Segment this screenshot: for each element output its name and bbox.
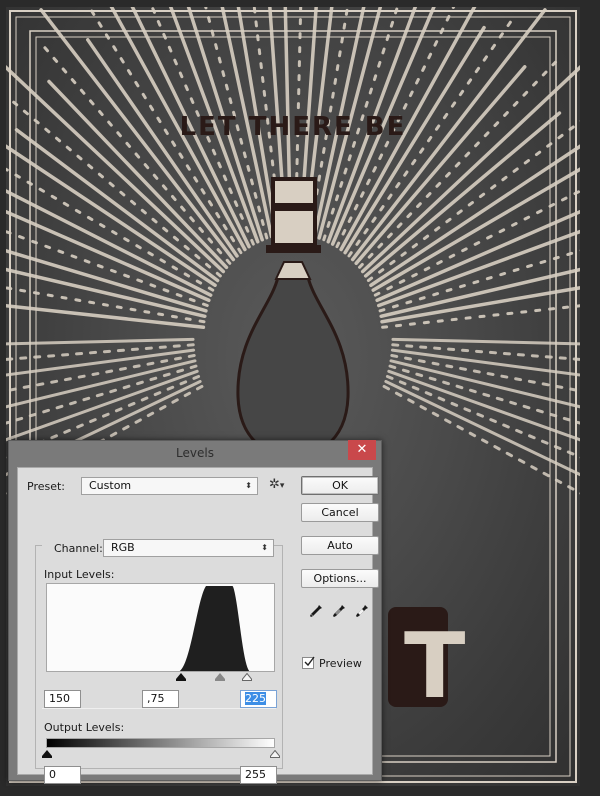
input-white-slider[interactable] [242, 673, 252, 681]
preview-label: Preview [319, 657, 362, 670]
channel-select[interactable]: RGB ⬍ [103, 539, 274, 557]
light-ray [391, 337, 580, 346]
white-point-eyedropper-icon[interactable] [354, 603, 370, 619]
gray-point-eyedropper-icon[interactable] [331, 603, 347, 619]
output-levels-label: Output Levels: [44, 721, 125, 734]
close-button[interactable]: ✕ [348, 440, 376, 460]
dropdown-caret-icon: ▾ [279, 481, 285, 491]
bulb-glass [236, 275, 350, 459]
light-ray [382, 384, 580, 495]
input-white-field[interactable]: 225 [240, 690, 277, 708]
headline-text: LET THERE BE [180, 112, 407, 142]
bulb-cap-band [273, 203, 315, 211]
preview-checkbox[interactable] [302, 656, 315, 669]
big-letter: T [404, 614, 465, 719]
input-levels-label: Input Levels: [44, 568, 115, 581]
light-ray [42, 44, 232, 265]
dialog-title: Levels [176, 446, 214, 460]
output-black-slider[interactable] [42, 750, 52, 758]
light-ray [369, 144, 580, 287]
preset-value: Custom [89, 479, 132, 492]
input-black-slider[interactable] [176, 673, 186, 681]
preset-options-button[interactable]: ✲▾ [269, 477, 284, 492]
output-gradient-bar [46, 738, 275, 748]
divider [42, 708, 276, 709]
input-black-field[interactable]: 150 [44, 690, 81, 708]
preset-select[interactable]: Custom ⬍ [81, 477, 258, 495]
preset-label: Preset: [27, 480, 66, 493]
cancel-button[interactable]: Cancel [301, 503, 379, 522]
auto-button[interactable]: Auto [301, 536, 379, 555]
input-gray-slider[interactable] [215, 673, 225, 681]
bulb-neck [274, 261, 312, 280]
ok-button[interactable]: OK [301, 476, 379, 495]
channel-value: RGB [111, 541, 135, 554]
input-gamma-field[interactable]: ,75 [142, 690, 179, 708]
checkmark-icon [304, 656, 315, 667]
output-white-value: 255 [245, 768, 266, 781]
gear-icon: ✲ [269, 477, 280, 492]
input-black-value: 150 [49, 692, 70, 705]
options-button[interactable]: Options... [301, 569, 379, 588]
black-point-eyedropper-icon[interactable] [308, 603, 324, 619]
levels-dialog: Levels ✕ Preset: Custom ⬍ ✲▾ OK Cancel A… [8, 440, 382, 784]
output-black-field[interactable]: 0 [44, 766, 81, 784]
updown-arrows-icon: ⬍ [261, 543, 268, 552]
updown-arrows-icon: ⬍ [245, 481, 252, 490]
histogram-graph [179, 586, 250, 671]
channel-label: Channel: [54, 542, 103, 555]
close-icon: ✕ [356, 442, 368, 457]
output-white-field[interactable]: 255 [240, 766, 277, 784]
bulb-cap [271, 177, 317, 247]
histogram [46, 583, 275, 672]
light-ray [6, 337, 195, 346]
input-gamma-value: ,75 [147, 692, 165, 705]
output-black-value: 0 [49, 768, 56, 781]
output-white-slider[interactable] [270, 750, 280, 758]
input-white-value: 225 [245, 692, 266, 705]
light-ray [385, 374, 580, 459]
dialog-body: Preset: Custom ⬍ ✲▾ OK Cancel Auto Optio… [17, 467, 379, 784]
histogram-distribution [179, 586, 250, 671]
